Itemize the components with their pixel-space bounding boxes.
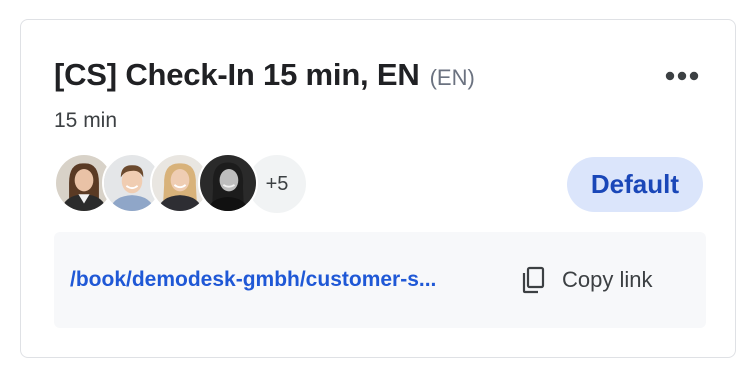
copy-link-button[interactable]: Copy link <box>520 262 652 298</box>
event-title: [CS] Check-In 15 min, EN <box>54 57 420 92</box>
copy-icon <box>522 266 545 294</box>
booking-link-box: /book/demodesk-gmbh/customer-s... Copy l… <box>54 232 706 328</box>
copy-link-label: Copy link <box>562 267 653 292</box>
more-options-button[interactable] <box>665 69 699 81</box>
host-avatar-4[interactable] <box>198 153 258 213</box>
more-horizontal-icon <box>665 71 699 81</box>
booking-link[interactable]: /book/demodesk-gmbh/customer-s... <box>70 268 480 292</box>
title-row: [CS] Check-In 15 min, EN (EN) <box>54 57 475 93</box>
event-duration: 15 min <box>54 109 118 132</box>
host-avatars[interactable]: +5 <box>54 153 308 215</box>
event-type-card[interactable]: [CS] Check-In 15 min, EN (EN) 15 min +5 … <box>20 19 736 358</box>
default-badge: Default <box>566 157 703 212</box>
event-language: (EN) <box>429 65 475 90</box>
